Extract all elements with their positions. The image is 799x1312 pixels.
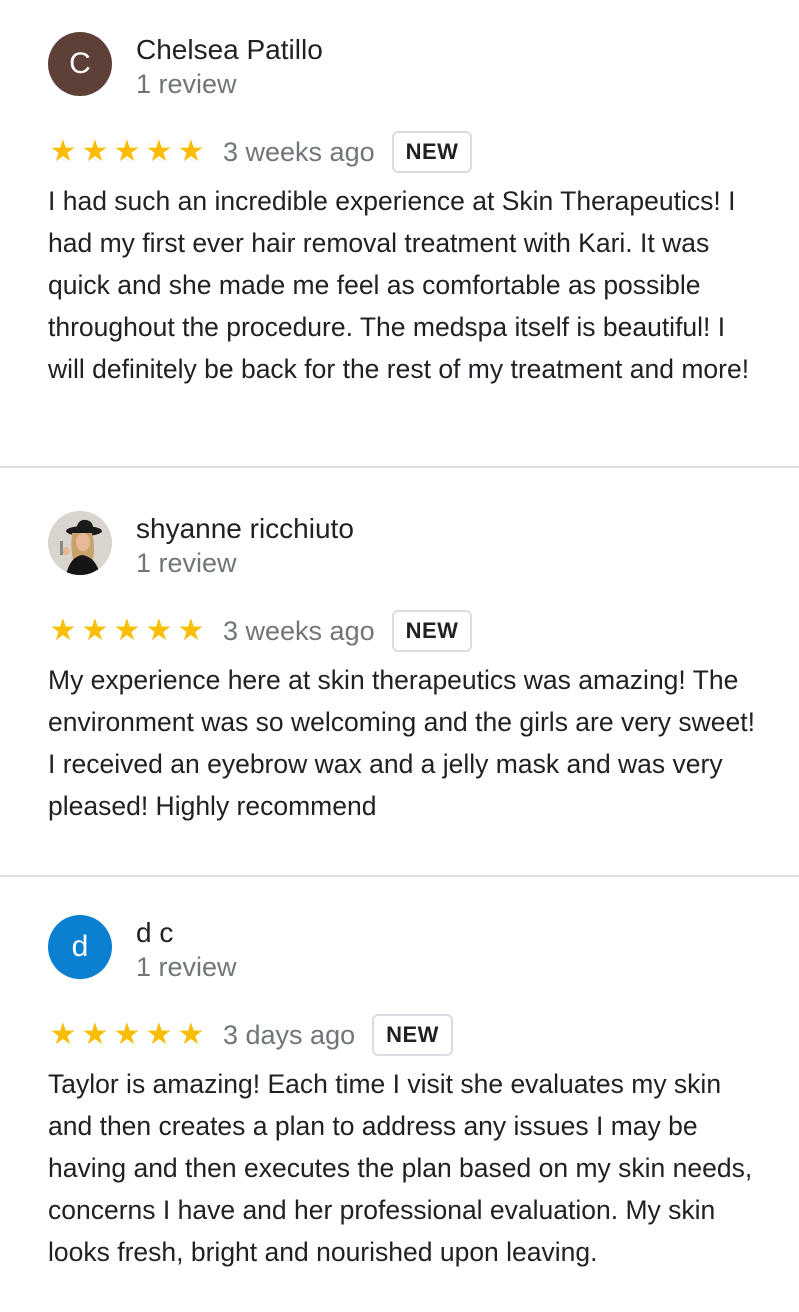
star-icon: ★ [177, 135, 205, 168]
author-block: d c 1 review [136, 916, 237, 984]
review-count: 1 review [136, 952, 237, 982]
review-card: d d c 1 review ★ ★ ★ ★ ★ 3 days ago NEW … [0, 877, 799, 1312]
review-time: 3 weeks ago [223, 136, 375, 167]
review-header: d d c 1 review [48, 915, 769, 984]
author-block: shyanne ricchiuto 1 review [136, 512, 354, 580]
author-name[interactable]: d c [136, 916, 237, 950]
review-card: C Chelsea Patillo 1 review ★ ★ ★ ★ ★ 3 w… [0, 0, 799, 466]
author-block: Chelsea Patillo 1 review [136, 33, 323, 101]
avatar[interactable] [48, 511, 112, 575]
review-text: I had such an incredible experience at S… [48, 186, 750, 384]
star-icon: ★ [177, 614, 205, 647]
star-rating: ★ ★ ★ ★ ★ [48, 616, 206, 646]
author-name[interactable]: Chelsea Patillo [136, 33, 323, 67]
star-icon: ★ [81, 135, 109, 168]
star-icon: ★ [145, 614, 173, 647]
review-meta: ★ ★ ★ ★ ★ 3 days ago NEW [48, 1013, 769, 1057]
review-card: shyanne ricchiuto 1 review ★ ★ ★ ★ ★ 3 w… [0, 468, 799, 875]
star-icon: ★ [49, 614, 77, 647]
star-icon: ★ [113, 135, 141, 168]
star-icon: ★ [113, 614, 141, 647]
review-header: shyanne ricchiuto 1 review [48, 511, 769, 580]
star-icon: ★ [49, 135, 77, 168]
avatar[interactable]: C [48, 32, 112, 96]
new-badge: NEW [372, 1014, 453, 1056]
review-text: Taylor is amazing! Each time I visit she… [48, 1069, 753, 1267]
star-icon: ★ [145, 1018, 173, 1051]
star-rating: ★ ★ ★ ★ ★ [48, 1020, 206, 1050]
star-rating: ★ ★ ★ ★ ★ [48, 137, 206, 167]
star-icon: ★ [81, 1018, 109, 1051]
profile-photo-icon [48, 511, 112, 575]
new-badge: NEW [391, 610, 473, 652]
avatar-letter: C [69, 47, 91, 80]
star-icon: ★ [113, 1018, 141, 1051]
review-meta: ★ ★ ★ ★ ★ 3 weeks ago NEW [48, 130, 769, 174]
new-badge: NEW [391, 131, 473, 173]
author-name[interactable]: shyanne ricchiuto [136, 512, 354, 546]
star-icon: ★ [49, 1018, 77, 1051]
review-meta: ★ ★ ★ ★ ★ 3 weeks ago NEW [48, 609, 769, 653]
star-icon: ★ [81, 614, 109, 647]
review-count: 1 review [136, 69, 237, 99]
star-icon: ★ [177, 1018, 205, 1051]
avatar-letter: d [71, 930, 89, 963]
review-time: 3 days ago [223, 1019, 356, 1050]
avatar[interactable]: d [48, 915, 112, 979]
star-icon: ★ [145, 135, 173, 168]
review-time: 3 weeks ago [223, 615, 375, 646]
review-count: 1 review [136, 548, 237, 578]
review-header: C Chelsea Patillo 1 review [48, 32, 769, 101]
review-text: My experience here at skin therapeutics … [48, 665, 755, 821]
